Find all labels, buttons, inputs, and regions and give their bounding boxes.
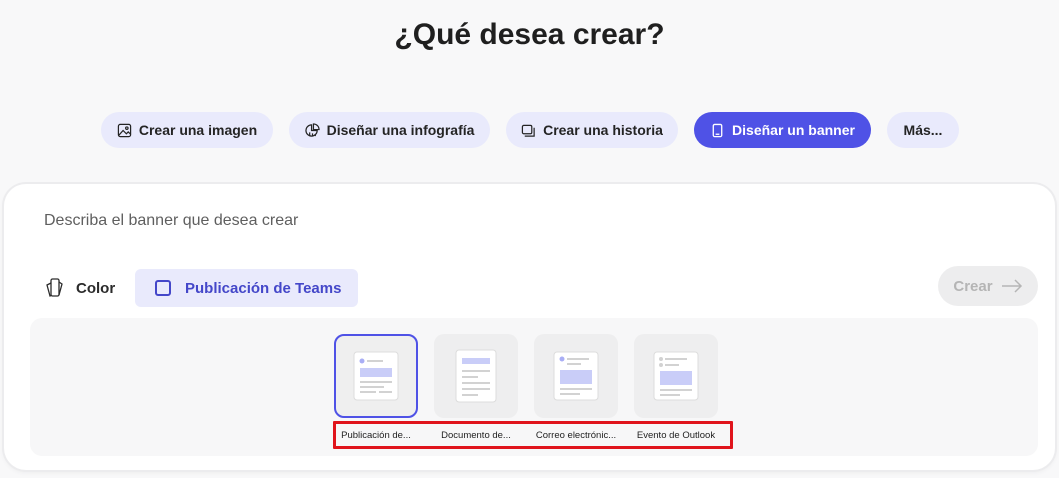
chip-label: Diseñar un banner bbox=[732, 122, 855, 138]
post-template-icon bbox=[353, 351, 399, 401]
story-icon bbox=[521, 124, 535, 137]
create-image-chip[interactable]: Crear una imagen bbox=[101, 112, 273, 148]
chip-label: Más... bbox=[903, 122, 943, 138]
square-format-icon bbox=[155, 280, 171, 296]
banner-icon bbox=[712, 123, 723, 137]
create-label: Crear bbox=[953, 277, 993, 295]
teams-post-option[interactable]: Publicación de Teams bbox=[135, 269, 358, 307]
page-title: ¿Qué desea crear? bbox=[394, 18, 665, 51]
color-label: Color bbox=[76, 279, 116, 297]
more-chip[interactable]: Más... bbox=[887, 112, 959, 148]
category-chips: Crear una imagen Diseñar una infografía … bbox=[0, 112, 1059, 148]
teams-post-label: Publicación de Teams bbox=[185, 279, 342, 297]
template-tile-teams-post[interactable] bbox=[334, 334, 418, 418]
template-tile-document[interactable] bbox=[434, 334, 518, 418]
event-template-icon bbox=[653, 351, 699, 401]
chip-label: Crear una historia bbox=[543, 122, 663, 138]
template-tile-outlook-event[interactable] bbox=[634, 334, 718, 418]
create-story-chip[interactable]: Crear una historia bbox=[506, 112, 678, 148]
prompt-input[interactable]: Describa el banner que desea crear bbox=[44, 212, 298, 230]
template-tile-email[interactable] bbox=[534, 334, 618, 418]
design-banner-chip[interactable]: Diseñar un banner bbox=[694, 112, 871, 148]
highlight-box bbox=[333, 421, 733, 449]
email-template-icon bbox=[553, 351, 599, 401]
chip-label: Diseñar una infografía bbox=[326, 122, 475, 138]
infographic-icon bbox=[304, 122, 320, 137]
image-icon bbox=[117, 123, 132, 137]
arrow-right-icon bbox=[1001, 279, 1022, 293]
document-template-icon bbox=[455, 349, 497, 403]
design-infographic-chip[interactable]: Diseñar una infografía bbox=[289, 112, 490, 148]
color-option[interactable]: Color bbox=[44, 276, 115, 300]
chip-label: Crear una imagen bbox=[138, 122, 258, 138]
color-swatch-icon bbox=[46, 278, 63, 297]
create-button[interactable]: Crear bbox=[938, 266, 1038, 306]
